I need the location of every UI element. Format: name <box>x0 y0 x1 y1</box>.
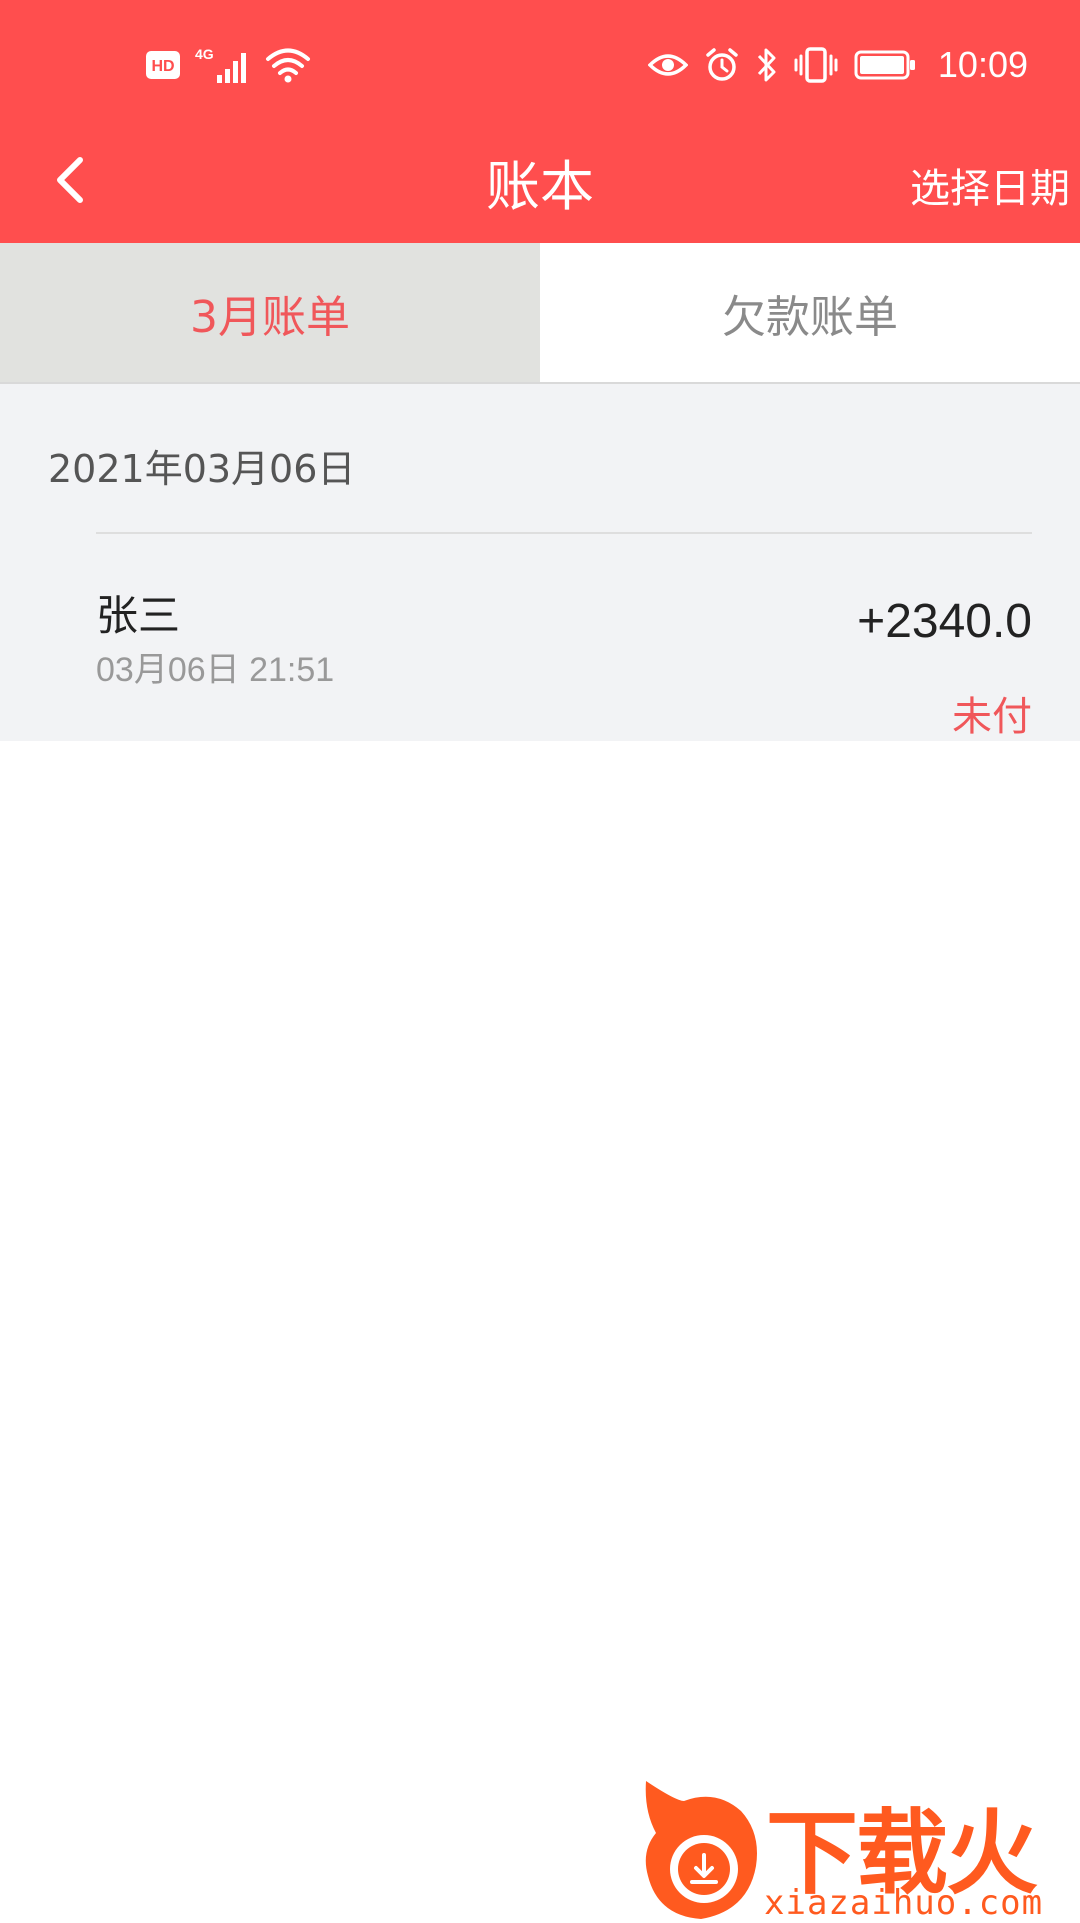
wifi-icon <box>266 48 310 83</box>
status-time: 10:09 <box>937 44 1028 85</box>
watermark-logo: 下载火 xiazaihuo.com <box>636 1771 1066 1923</box>
tab-bar: 3月账单 欠款账单 <box>0 243 1080 384</box>
date-group-header: 2021年03月06日 <box>48 447 356 491</box>
svg-text:4G: 4G <box>195 46 214 62</box>
record-amount: +2340.0 <box>857 595 1032 648</box>
status-bar: HD 4G 10:09 <box>0 0 1080 120</box>
record-name: 张三 <box>96 591 181 640</box>
flame-logo-icon <box>645 1781 757 1919</box>
hd-icon: HD <box>146 51 180 79</box>
vibrate-icon <box>794 47 838 83</box>
alarm-icon <box>706 48 738 81</box>
status-right: 10:09 <box>647 44 1028 86</box>
app-bar: 账本 选择日期 <box>0 120 1080 243</box>
tab-monthly-bill[interactable]: 3月账单 <box>0 243 540 382</box>
tab-debt-bill[interactable]: 欠款账单 <box>540 243 1080 382</box>
eye-comfort-icon <box>647 54 688 76</box>
status-left: HD 4G <box>145 44 311 86</box>
signal-4g-icon: 4G <box>195 46 246 83</box>
select-date-button[interactable]: 选择日期 <box>910 156 1070 214</box>
list-item[interactable]: 张三 03月06日 21:51 +2340.0 未付 <box>0 534 1080 741</box>
bluetooth-icon <box>757 48 776 82</box>
battery-icon <box>854 50 915 80</box>
svg-text:HD: HD <box>151 58 174 75</box>
records-list: 2021年03月06日 张三 03月06日 21:51 +2340.0 未付 <box>0 384 1080 741</box>
record-status-badge: 未付 <box>952 694 1032 740</box>
top-bar: HD 4G 10:09 账本 选择日期 <box>0 0 1080 243</box>
record-time: 03月06日 21:51 <box>96 651 335 689</box>
watermark-url: xiazaihuo.com <box>764 1883 1044 1923</box>
